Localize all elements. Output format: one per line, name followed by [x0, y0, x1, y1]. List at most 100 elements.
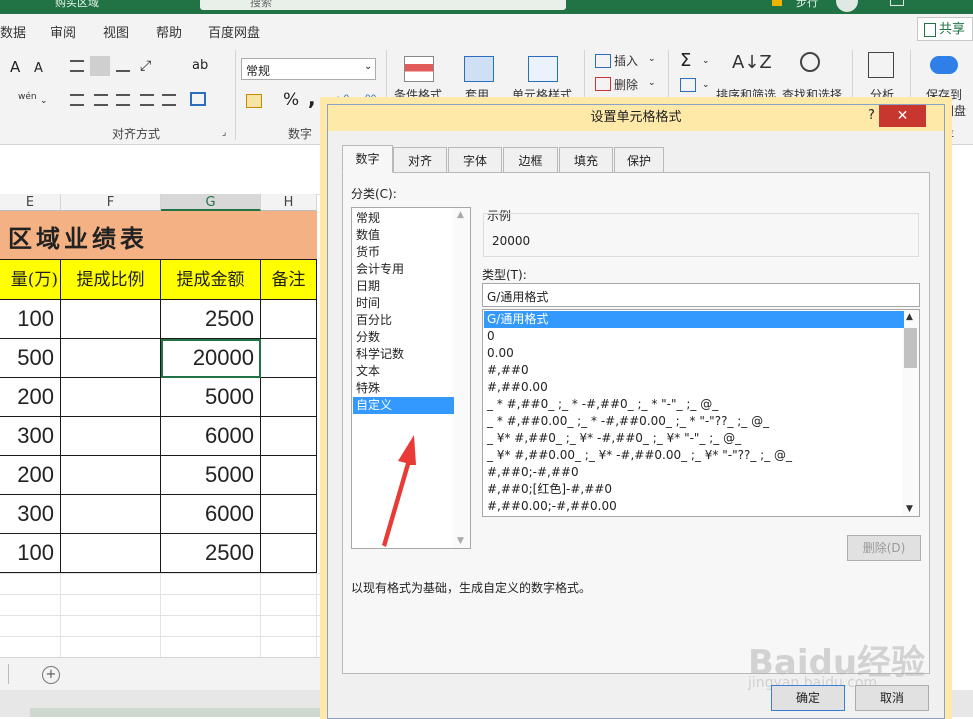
number-format-select[interactable]: 常规 ⌄ — [241, 58, 376, 80]
commission-rate-cell[interactable] — [61, 339, 161, 378]
autosum-icon[interactable]: Σ — [680, 50, 691, 71]
tab-fill[interactable]: 填充 — [559, 147, 613, 173]
phonetic-dropdown-icon[interactable]: ⌄ — [40, 96, 48, 106]
category-item[interactable]: 数值 — [353, 227, 454, 244]
commission-amount-cell[interactable]: 2500 — [161, 300, 261, 339]
category-item[interactable]: 百分比 — [353, 312, 454, 329]
format-scrollbar[interactable]: ▲ ▼ — [902, 310, 919, 516]
tab-help[interactable]: 帮助 — [156, 22, 182, 41]
accounting-format-icon[interactable] — [246, 94, 262, 108]
tab-review[interactable]: 审阅 — [50, 22, 76, 41]
quantity-cell[interactable]: 300 — [0, 495, 61, 534]
quantity-cell[interactable]: 200 — [0, 378, 61, 417]
find-select-label[interactable]: 查找和选择 — [782, 86, 842, 103]
insert-dropdown-icon[interactable]: ⌄ — [648, 54, 656, 64]
commission-rate-cell[interactable] — [61, 417, 161, 456]
tell-me-search[interactable]: 搜索 — [200, 0, 566, 10]
remark-cell[interactable] — [261, 378, 317, 417]
category-item[interactable]: 科学记数 — [353, 346, 454, 363]
autosum-dropdown-icon[interactable]: ⌄ — [702, 56, 710, 66]
commission-rate-cell[interactable] — [61, 456, 161, 495]
format-code-item[interactable]: 0.00 — [484, 345, 904, 362]
sort-filter-label[interactable]: 排序和筛选 — [716, 86, 776, 103]
tab-data[interactable]: 数据 — [0, 22, 26, 41]
remark-cell[interactable] — [261, 495, 317, 534]
column-header-h[interactable]: H — [261, 194, 317, 211]
align-right-icon[interactable] — [116, 94, 130, 106]
remark-cell[interactable] — [261, 417, 317, 456]
comma-style-button[interactable]: , — [308, 86, 316, 110]
header-cell[interactable]: 提成比例 — [61, 260, 161, 300]
insert-cells-icon[interactable] — [595, 54, 611, 68]
format-code-item[interactable]: G/通用格式 — [484, 311, 904, 328]
tab-alignment[interactable]: 对齐 — [393, 147, 447, 173]
ribbon-display-icon[interactable] — [890, 0, 904, 6]
tab-number[interactable]: 数字 — [342, 145, 393, 173]
category-item[interactable]: 日期 — [353, 278, 454, 295]
tab-border[interactable]: 边框 — [503, 147, 558, 173]
baidu-netdisk-icon[interactable] — [930, 56, 958, 74]
insert-label[interactable]: 插入 — [614, 52, 638, 69]
user-name[interactable]: 步行 — [796, 0, 818, 10]
delete-dropdown-icon[interactable]: ⌄ — [648, 78, 656, 88]
commission-rate-cell[interactable] — [61, 378, 161, 417]
conditional-format-label[interactable]: 条件格式 — [394, 86, 442, 103]
quantity-cell[interactable]: 500 — [0, 339, 61, 378]
format-code-item[interactable]: #,##0 — [484, 362, 904, 379]
cell-styles-label[interactable]: 单元格样式 — [512, 86, 572, 103]
format-as-table-icon[interactable] — [464, 56, 494, 82]
font-grow-button[interactable]: A — [10, 58, 20, 76]
delete-label[interactable]: 删除 — [614, 76, 638, 93]
align-left-icon[interactable] — [70, 94, 84, 106]
fill-icon[interactable] — [680, 78, 696, 92]
remark-cell[interactable] — [261, 534, 317, 573]
save-to-label[interactable]: 保存到 — [926, 86, 962, 103]
category-item[interactable]: 分数 — [353, 329, 454, 346]
type-input[interactable]: G/通用格式 — [482, 283, 920, 307]
commission-amount-cell[interactable]: 5000 — [161, 456, 261, 495]
header-cell[interactable]: 提成金额 — [161, 260, 261, 300]
align-center-icon[interactable] — [94, 94, 108, 106]
format-code-item[interactable]: #,##0;-#,##0 — [484, 464, 904, 481]
remark-cell[interactable] — [261, 339, 317, 378]
decrease-indent-icon[interactable] — [140, 94, 154, 106]
find-select-icon[interactable] — [800, 52, 820, 72]
category-item[interactable]: 会计专用 — [353, 261, 454, 278]
help-button[interactable]: ? — [868, 108, 875, 123]
category-item[interactable]: 文本 — [353, 363, 454, 380]
tab-protection[interactable]: 保护 — [614, 147, 664, 173]
tab-font[interactable]: 字体 — [448, 147, 502, 173]
tab-view[interactable]: 视图 — [103, 22, 129, 41]
format-code-list[interactable]: ▲ ▼ G/通用格式 0 0.00 #,##0 #,##0.00 _ * #,##0_ ;… — [482, 309, 920, 517]
commission-amount-cell[interactable]: 5000 — [161, 378, 261, 417]
commission-rate-cell[interactable] — [61, 534, 161, 573]
format-as-table-label[interactable]: 套用 — [465, 86, 489, 103]
quantity-cell[interactable]: 300 — [0, 417, 61, 456]
align-bottom-icon[interactable] — [116, 62, 130, 72]
scroll-up-icon[interactable]: ▲ — [457, 210, 464, 220]
orientation-icon[interactable]: ⤢ — [140, 58, 151, 74]
column-header-f[interactable]: F — [61, 194, 161, 211]
analyze-label[interactable]: 分析 — [870, 86, 894, 103]
delete-cells-icon[interactable] — [595, 77, 611, 91]
format-code-item[interactable]: #,##0;[红色]-#,##0 — [484, 481, 904, 498]
increase-indent-icon[interactable] — [162, 94, 176, 106]
wrap-text-button[interactable]: ab — [192, 58, 208, 73]
share-button[interactable]: 共享 — [917, 17, 973, 41]
table-title-cell[interactable]: 区域业绩表 — [0, 211, 317, 260]
avatar[interactable] — [836, 0, 858, 12]
align-middle-icon[interactable] — [90, 56, 110, 76]
category-item[interactable]: 常规 — [353, 210, 454, 227]
cell-styles-icon[interactable] — [528, 56, 558, 82]
commission-amount-cell[interactable]: 6000 — [161, 417, 261, 456]
delete-format-button[interactable]: 删除(D) — [847, 535, 921, 561]
scroll-down-icon[interactable]: ▼ — [457, 536, 464, 546]
format-code-item[interactable]: #,##0.00;-#,##0.00 — [484, 498, 904, 515]
commission-amount-cell[interactable]: 6000 — [161, 495, 261, 534]
format-code-item[interactable]: 0 — [484, 328, 904, 345]
scroll-thumb[interactable] — [904, 328, 917, 368]
category-item[interactable]: 货币 — [353, 244, 454, 261]
category-item[interactable]: 自定义 — [353, 397, 454, 414]
quantity-cell[interactable]: 100 — [0, 300, 61, 339]
align-top-icon[interactable] — [70, 60, 84, 72]
